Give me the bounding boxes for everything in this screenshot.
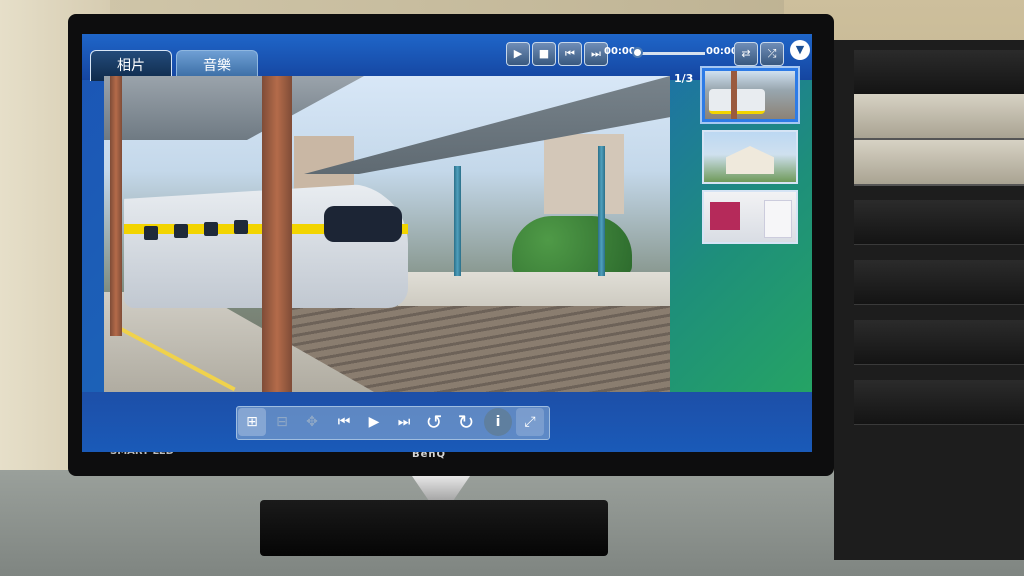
fullscreen-icon: ⤢ [524, 414, 536, 430]
zoom-in-icon: ⊞ [246, 414, 258, 430]
photo-counter: 1/3 [674, 72, 694, 85]
stop-button[interactable]: ■ [532, 42, 556, 66]
info-icon: i [495, 414, 501, 430]
zoom-in-button[interactable]: ⊞ [238, 408, 266, 436]
seek-handle[interactable] [632, 47, 643, 58]
rotate-left-button[interactable]: ↺ [420, 408, 448, 436]
rotate-right-icon: ↻ [457, 410, 475, 434]
next-photo-button[interactable]: ⏭ [390, 408, 418, 436]
stop-icon: ■ [538, 47, 550, 60]
rotate-right-button[interactable]: ↻ [452, 408, 480, 436]
rotate-left-icon: ↺ [425, 410, 443, 434]
pan-icon: ✥ [306, 414, 318, 430]
thumbnail-3[interactable] [702, 190, 798, 244]
next-icon: ⏭ [397, 414, 411, 430]
thumbnail-2[interactable] [702, 130, 798, 184]
media-player-screen: 相片 音樂 ▶ ■ ⏮ ⏭ 00:00 00:00 ⇄ ⤮ ▼ 1/3 ⊞ ⊟ … [82, 34, 812, 452]
previous-icon: ⏮ [565, 47, 575, 60]
repeat-icon: ⇄ [741, 47, 751, 60]
zoom-out-button[interactable]: ⊟ [268, 408, 296, 436]
main-photo [104, 76, 670, 392]
info-button[interactable]: i [484, 408, 512, 436]
slideshow-play-button[interactable]: ▶ [360, 408, 388, 436]
zoom-out-icon: ⊟ [276, 414, 288, 430]
stereo-stack [834, 40, 1024, 560]
shuffle-button[interactable]: ⤮ [760, 42, 784, 66]
menu-dropdown-button[interactable]: ▼ [790, 40, 810, 60]
seek-bar[interactable] [635, 52, 705, 55]
fullscreen-button[interactable]: ⤢ [516, 408, 544, 436]
previous-photo-button[interactable]: ⏮ [330, 408, 358, 436]
previous-icon: ⏮ [337, 414, 351, 430]
tv-stand-base [260, 500, 608, 556]
thumbnail-1[interactable] [702, 68, 798, 122]
play-icon: ▶ [513, 47, 523, 60]
shuffle-icon: ⤮ [767, 47, 777, 60]
chevron-down-icon: ▼ [795, 43, 805, 56]
pan-button[interactable]: ✥ [298, 408, 326, 436]
next-icon: ⏭ [591, 47, 601, 60]
play-button[interactable]: ▶ [506, 42, 530, 66]
repeat-button[interactable]: ⇄ [734, 42, 758, 66]
play-icon: ▶ [368, 414, 380, 430]
previous-track-button[interactable]: ⏮ [558, 42, 582, 66]
